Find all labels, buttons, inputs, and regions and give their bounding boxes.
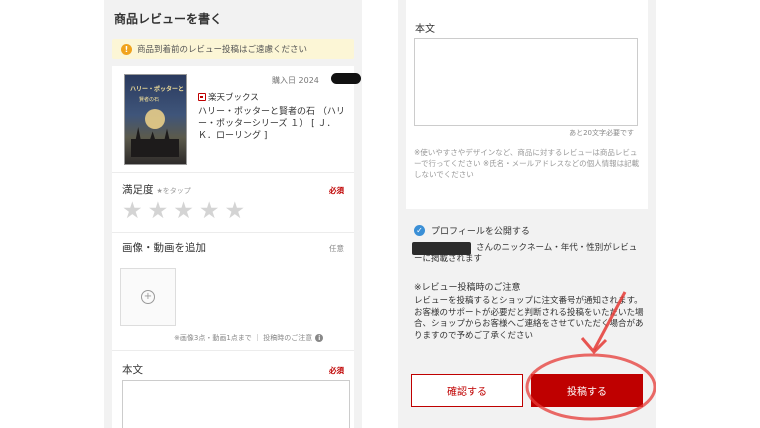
media-note[interactable]: ※画像3点・動画1点まで ｜ 投稿時のご注意 i: [174, 333, 324, 343]
review-body-textarea[interactable]: [414, 38, 638, 126]
redacted-date: [331, 73, 361, 84]
cover-castle-graphic: [131, 127, 179, 157]
submit-button[interactable]: 投稿する: [531, 374, 643, 407]
review-body-card: 本文 あと20文字必要です ※使いやすさやデザインなど、商品に対するレビューは商…: [406, 0, 648, 209]
rating-label: 満足度 ★をタップ: [122, 182, 191, 197]
plus-icon: +: [141, 290, 155, 304]
optional-badge: 任意: [329, 244, 344, 253]
book-cover-title: ハリー・ポッターと: [130, 86, 185, 93]
rating-label-text: 満足度: [122, 184, 154, 196]
caution-title: ※レビュー投稿時のご注意: [414, 283, 521, 293]
star-2[interactable]: ★: [148, 200, 169, 223]
body-hint: ※使いやすさやデザインなど、商品に対するレビューは商品レビューで行ってください …: [414, 148, 640, 179]
shop-icon: [198, 93, 206, 101]
shop-label: 楽天ブックス: [208, 93, 259, 103]
media-upload-button[interactable]: +: [120, 268, 176, 326]
page-title: 商品レビューを書く: [114, 12, 223, 26]
star-4[interactable]: ★: [199, 200, 220, 223]
profile-public-label[interactable]: プロフィールを公開する: [431, 224, 530, 237]
divider: [112, 172, 354, 173]
profile-checkbox[interactable]: ✓: [414, 225, 425, 236]
book-cover-image: ハリー・ポッターと 賢者の石: [124, 74, 187, 165]
product-title: ハリー・ポッターと賢者の石 （ハリー・ポッターシリーズ １） [ Ｊ．Ｋ．ローリ…: [198, 107, 345, 141]
required-badge: 必須: [329, 186, 344, 195]
rating-hint: ★をタップ: [156, 187, 191, 195]
shop-name: 楽天ブックス: [198, 91, 259, 103]
notice-banner: ! 商品到着前のレビュー投稿はご遠慮ください: [112, 39, 354, 59]
star-1[interactable]: ★: [122, 200, 143, 223]
review-form-right-panel: 本文 あと20文字必要です ※使いやすさやデザインなど、商品に対するレビューは商…: [398, 0, 656, 428]
book-cover-subtitle: 賢者の石: [139, 97, 160, 103]
cover-moon-graphic: [145, 109, 165, 129]
confirm-button[interactable]: 確認する: [411, 374, 523, 407]
warning-icon: !: [121, 43, 132, 55]
body-label: 本文: [122, 364, 143, 376]
redacted-nickname: [412, 242, 471, 255]
media-label: 画像・動画を追加: [122, 242, 206, 254]
purchase-date: 購入日 2024: [272, 76, 319, 85]
media-note-text: ※画像3点・動画1点まで ｜ 投稿時のご注意: [174, 334, 313, 342]
remaining-characters: あと20文字必要です: [569, 129, 634, 137]
body-label: 本文: [415, 24, 435, 35]
review-card: ハリー・ポッターと 賢者の石 購入日 2024 楽天ブックス ハリー・ポッターと…: [112, 66, 361, 428]
divider: [112, 350, 354, 351]
notice-text: 商品到着前のレビュー投稿はご遠慮ください: [137, 45, 308, 55]
review-body-textarea[interactable]: [122, 380, 350, 428]
required-badge: 必須: [329, 366, 344, 375]
star-3[interactable]: ★: [173, 200, 194, 223]
star-rating[interactable]: ★ ★ ★ ★ ★: [122, 200, 245, 223]
info-icon: i: [315, 334, 324, 342]
star-5[interactable]: ★: [225, 200, 246, 223]
caution-body: レビューを投稿するとショップに注文番号が通知されます。お客様のサポートが必要だと…: [414, 296, 644, 341]
divider: [112, 232, 354, 233]
review-form-left-panel: 商品レビューを書く ! 商品到着前のレビュー投稿はご遠慮ください ハリー・ポッタ…: [104, 0, 362, 428]
